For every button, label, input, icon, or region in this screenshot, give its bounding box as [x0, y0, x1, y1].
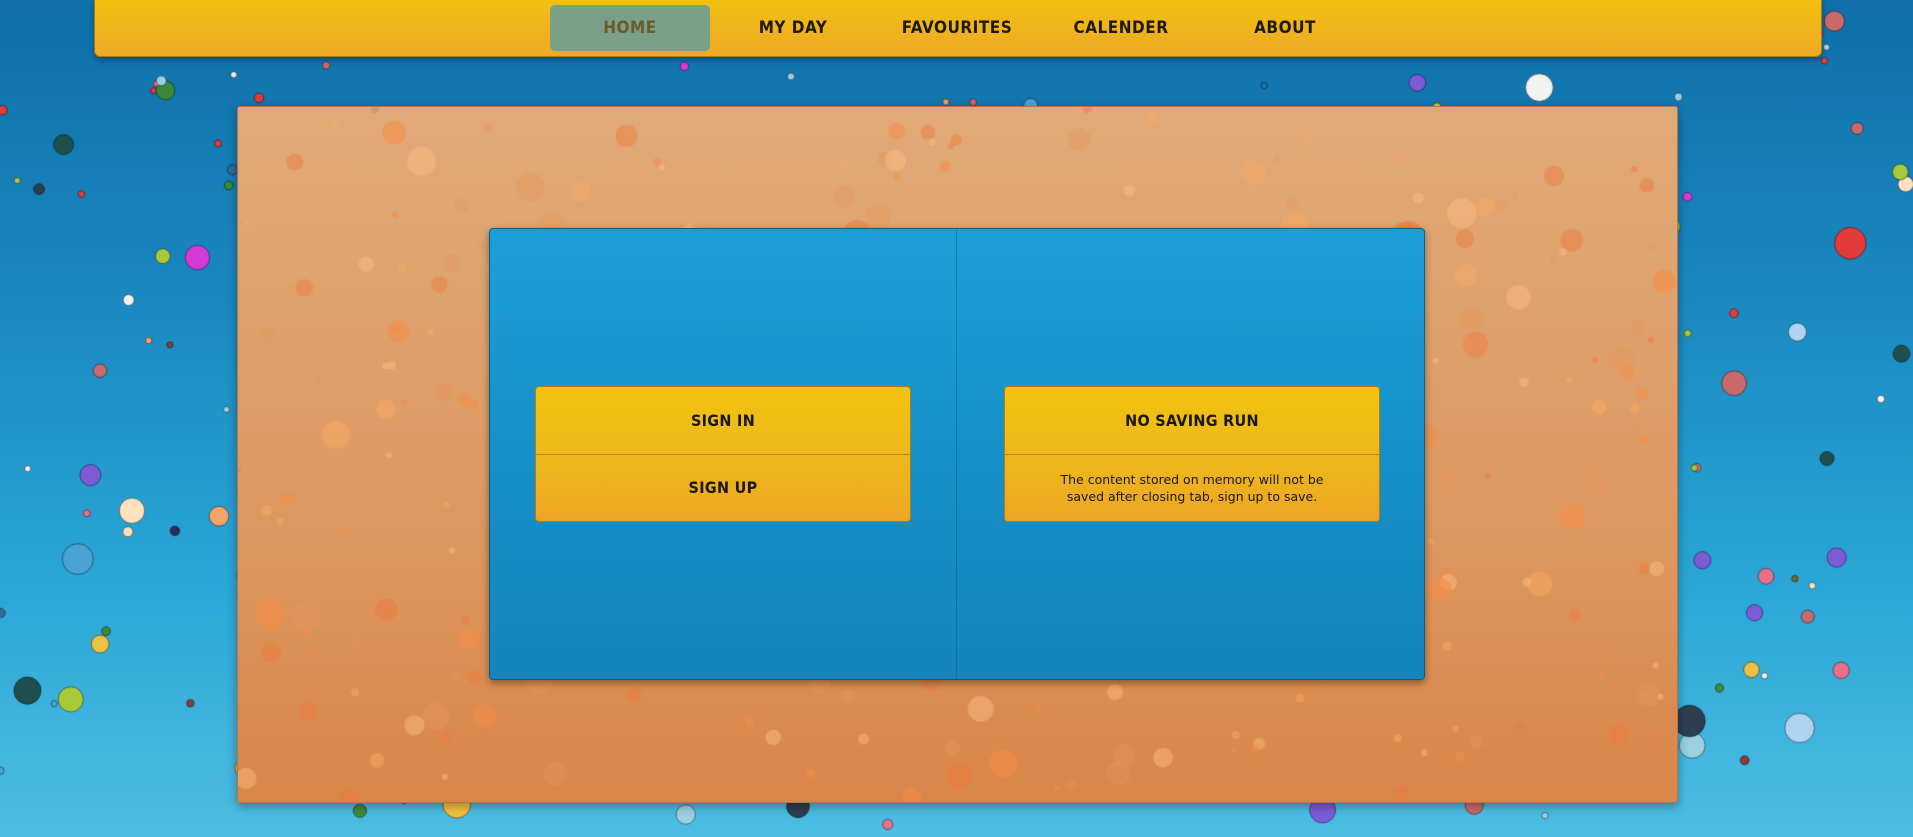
top-navbar: HOME MY DAY FAVOURITES CALENDER ABOUT	[94, 0, 1822, 57]
sign-up-label: SIGN UP	[688, 478, 758, 497]
nav-home[interactable]: HOME	[550, 5, 710, 51]
no-saving-info: The content stored on memory will not be…	[1005, 454, 1379, 521]
nav-my-day[interactable]: MY DAY	[713, 5, 873, 51]
sign-in-label: SIGN IN	[690, 411, 756, 430]
auth-panel: SIGN IN SIGN UP NO SAVING RUN The conten…	[489, 228, 1425, 680]
nav-calender[interactable]: CALENDER	[1041, 5, 1201, 51]
no-saving-info-text: The content stored on memory will not be…	[1060, 471, 1324, 504]
guest-button-group: NO SAVING RUN The content stored on memo…	[1004, 386, 1380, 522]
panel-divider	[956, 229, 957, 679]
sign-in-button[interactable]: SIGN IN	[536, 387, 910, 455]
nav-about[interactable]: ABOUT	[1205, 5, 1365, 51]
account-button-group: SIGN IN SIGN UP	[535, 386, 911, 522]
nav-favourites[interactable]: FAVOURITES	[877, 5, 1037, 51]
sign-up-button[interactable]: SIGN UP	[536, 454, 910, 521]
no-saving-run-button[interactable]: NO SAVING RUN	[1005, 387, 1379, 455]
no-saving-run-label: NO SAVING RUN	[1125, 411, 1259, 430]
